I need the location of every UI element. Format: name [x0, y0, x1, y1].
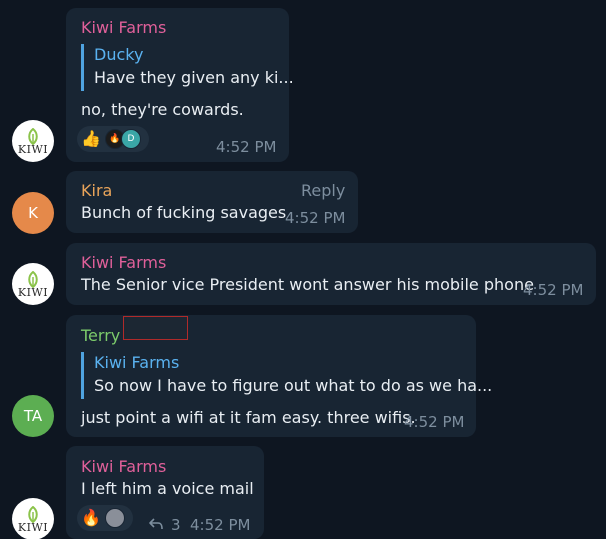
message-time: 4:52 PM — [404, 413, 465, 431]
quoted-reply-text: Have they given any ki... — [94, 68, 294, 87]
kiwi-logo-text: KIWI — [17, 520, 49, 534]
sender-name[interactable]: Kiwi Farms — [81, 457, 166, 476]
message-text: I left him a voice mail — [81, 479, 254, 498]
message-text: The Senior vice President wont answer hi… — [81, 275, 534, 294]
reaction-fire[interactable]: 🔥 — [77, 505, 133, 531]
fire-icon: 🔥 — [81, 508, 101, 527]
chat-view: Kiwi Farms Ducky Have they given any ki.… — [0, 0, 606, 539]
message-text: Bunch of fucking savages — [81, 203, 287, 222]
quoted-reply-name: Ducky — [94, 45, 144, 64]
message-time: 4:52 PM — [190, 516, 251, 534]
reply-count[interactable]: 3 — [171, 516, 181, 534]
kiwi-farms-avatar[interactable]: KIWI — [12, 120, 54, 162]
message-bubble[interactable]: Kira Reply Bunch of fucking savages 4:52… — [66, 171, 358, 233]
sender-name[interactable]: Kira — [81, 181, 112, 200]
message-bubble[interactable]: Kiwi Farms Ducky Have they given any ki.… — [66, 8, 294, 162]
sender-name[interactable]: Kiwi Farms — [81, 253, 166, 272]
message-text: just point a wifi at it fam easy. three … — [81, 408, 416, 427]
quoted-reply[interactable]: Ducky Have they given any ki... — [81, 44, 294, 91]
reply-action[interactable]: Reply — [301, 181, 345, 200]
message-text: no, they're cowards. — [81, 100, 244, 119]
reactor-avatar — [104, 508, 125, 528]
reactor-avatar: D — [120, 129, 141, 149]
message-bubble[interactable]: Kiwi Farms I left him a voice mail 🔥 3 4… — [66, 446, 264, 539]
quoted-reply-name: Kiwi Farms — [94, 353, 180, 372]
message-time: 4:52 PM — [216, 138, 277, 156]
message-time: 4:52 PM — [523, 281, 584, 299]
kiwi-farms-avatar[interactable]: KIWI — [12, 263, 54, 305]
sender-name[interactable]: Terry — [81, 326, 120, 345]
sender-name[interactable]: Kiwi Farms — [81, 18, 166, 37]
message-time: 4:52 PM — [285, 209, 346, 227]
kiwi-logo-text: KIWI — [17, 285, 49, 299]
message-bubble[interactable]: Kiwi Farms The Senior vice President won… — [66, 243, 596, 305]
kira-avatar[interactable]: K — [12, 192, 54, 234]
message-bubble[interactable]: Terry Kiwi Farms So now I have to figure… — [66, 315, 492, 437]
kiwi-farms-avatar[interactable]: KIWI — [12, 498, 54, 539]
reply-arrow-icon[interactable] — [148, 516, 164, 535]
quoted-reply-text: So now I have to figure out what to do a… — [94, 376, 493, 395]
quoted-reply[interactable]: Kiwi Farms So now I have to figure out w… — [81, 352, 492, 399]
terry-avatar[interactable]: TA — [12, 395, 54, 437]
redacted-label — [123, 316, 188, 340]
reaction-thumbs-up[interactable]: 👍 🔥 D — [77, 126, 149, 152]
thumbs-up-icon: 👍 — [81, 129, 101, 148]
kiwi-logo-text: KIWI — [17, 142, 49, 156]
